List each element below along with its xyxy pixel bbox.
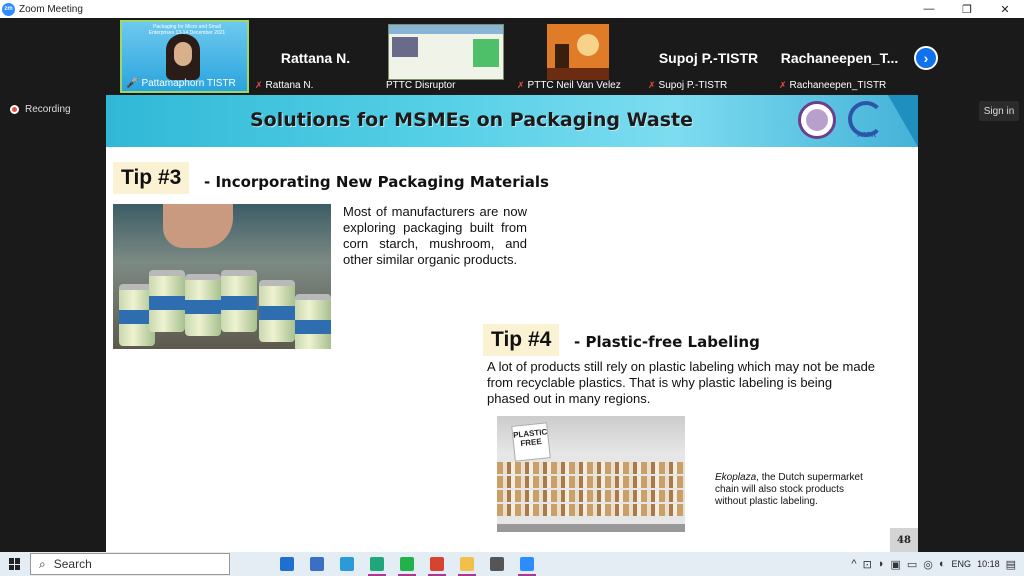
tistr-logo: TISTR: [848, 101, 888, 141]
participant-label: ✗ Rattana N.: [255, 80, 313, 91]
mail-icon: [280, 557, 294, 571]
participant-display-name: Supoj P.-TISTR: [658, 50, 759, 66]
line-icon: [400, 557, 414, 571]
participant-label: ✗ Supoj P.-TISTR: [648, 80, 727, 91]
participant-name: Rachaneepen_TISTR: [789, 80, 887, 91]
explorer-icon: [460, 557, 474, 571]
shared-screen-thumbnail: [388, 24, 504, 80]
taskbar-zoom-button[interactable]: [512, 552, 542, 576]
shared-slide: Solutions for MSMEs on Packaging Waste T…: [106, 95, 918, 552]
next-participants-button[interactable]: ›: [914, 46, 938, 70]
participant-tile-active-speaker[interactable]: Packaging for Micro and Small Enterprise…: [120, 20, 249, 93]
close-button[interactable]: ✕: [986, 0, 1024, 18]
zoom-icon: [520, 557, 534, 571]
participant-name: PTTC Disruptor: [386, 80, 456, 91]
plastic-free-sign: PLASTIC FREE: [511, 422, 551, 462]
caption-store-name: Ekoplaza: [715, 472, 757, 483]
slide-title: Solutions for MSMEs on Packaging Waste: [250, 109, 693, 131]
zoom-app-icon: zm: [2, 2, 15, 16]
participant-name: Supoj P.-TISTR: [658, 80, 728, 91]
sign-in-button[interactable]: Sign in: [979, 101, 1019, 121]
tip3-label: Tip #3: [113, 162, 190, 194]
chrome-icon: [430, 557, 444, 571]
mic-muted-icon: ✗: [517, 80, 525, 90]
battery-icon[interactable]: ▭: [907, 558, 917, 571]
settings-icon: [490, 557, 504, 571]
organization-seal-logo: [798, 101, 836, 139]
slide-page-number: 48: [890, 528, 918, 552]
microphone-icon[interactable]: ◗: [878, 558, 885, 570]
tip3-text: Most of manufacturers are now exploring …: [343, 204, 527, 267]
notification-icon[interactable]: ▤: [1006, 558, 1016, 571]
search-icon: ⌕: [39, 556, 46, 571]
supermarket-photo: PLASTIC FREE: [497, 416, 685, 532]
edge-icon: [370, 557, 384, 571]
participant-label: ✗ PTTC Neil Van Velez: [517, 80, 621, 91]
mic-muted-icon: ✗: [648, 80, 656, 90]
tip3-subtitle: - Incorporating New Packaging Materials: [204, 173, 549, 191]
meet-now-icon[interactable]: ▣: [890, 558, 900, 571]
participant-label: 🎤 Pattamaphorn TISTR: [126, 78, 236, 89]
system-tray: ^ ⊡ ◗ ▣ ▭ ◎ ◐ ENG 10:18 ▤: [851, 552, 1024, 576]
mic-muted-icon: ✗: [779, 80, 787, 90]
photo-caption: Ekoplaza, the Dutch supermarket chain wi…: [715, 472, 875, 508]
recording-label: Recording: [25, 104, 71, 115]
participant-label: PTTC Disruptor: [386, 80, 455, 91]
participant-name: Pattamaphorn TISTR: [141, 78, 236, 89]
start-button[interactable]: [0, 552, 30, 576]
tip4-text: A lot of products still rely on plastic …: [487, 359, 876, 406]
taskbar-mail-button[interactable]: [272, 552, 302, 576]
ie-icon: [340, 557, 354, 571]
cans-photo: [113, 204, 331, 349]
participant-name: PTTC Neil Van Velez: [527, 80, 621, 91]
participant-tile[interactable]: ✗ PTTC Neil Van Velez: [513, 20, 642, 93]
participant-tile[interactable]: Rattana N. ✗ Rattana N.: [251, 20, 380, 93]
participant-display-name: Rachaneepen_T...: [780, 50, 899, 66]
windows-taskbar: ⌕ Search ^ ⊡ ◗ ▣ ▭ ◎ ◐ ENG 10:18 ▤: [0, 552, 1024, 576]
mic-muted-icon: ✗: [255, 80, 263, 90]
clock[interactable]: 10:18: [977, 559, 1000, 569]
participant-strip: Packaging for Micro and Small Enterprise…: [0, 18, 1024, 95]
taskbar-edge-button[interactable]: [362, 552, 392, 576]
participant-tile[interactable]: Rachaneepen_T... ✗ Rachaneepen_TISTR: [775, 20, 904, 93]
store-icon: [310, 557, 324, 571]
taskbar-explorer-button[interactable]: [452, 552, 482, 576]
windows-logo-icon: [9, 558, 21, 570]
taskbar-line-button[interactable]: [392, 552, 422, 576]
taskbar-settings-button[interactable]: [482, 552, 512, 576]
network-icon[interactable]: ◎: [923, 558, 933, 571]
pinned-apps: [272, 552, 542, 576]
taskbar-search-box[interactable]: ⌕ Search: [30, 553, 230, 575]
tip4-label: Tip #4: [483, 324, 560, 356]
hand-in-photo: [163, 204, 233, 248]
participant-video: [547, 24, 609, 80]
language-indicator[interactable]: ENG: [952, 559, 972, 569]
mic-icon: 🎤: [126, 78, 139, 89]
device-icon[interactable]: ⊡: [863, 558, 872, 571]
tip4-subtitle: - Plastic-free Labeling: [574, 333, 760, 351]
participant-label: ✗ Rachaneepen_TISTR: [779, 80, 886, 91]
maximize-button[interactable]: ❐: [948, 0, 986, 18]
participant-name: Rattana N.: [265, 80, 314, 91]
volume-icon[interactable]: ◐: [939, 558, 946, 570]
window-title: Zoom Meeting: [19, 3, 83, 15]
window-controls: — ❐ ✕: [910, 0, 1024, 18]
title-bar: zm Zoom Meeting — ❐ ✕: [0, 0, 1024, 18]
recording-icon: [10, 105, 19, 114]
participant-face: [174, 42, 192, 66]
taskbar-chrome-button[interactable]: [422, 552, 452, 576]
participant-display-name: Rattana N.: [280, 50, 351, 66]
search-label: Search: [53, 557, 92, 571]
taskbar-ie-button[interactable]: [332, 552, 362, 576]
minimize-button[interactable]: —: [910, 0, 948, 18]
participant-tile[interactable]: PTTC Disruptor: [382, 20, 511, 93]
recording-indicator[interactable]: Recording: [10, 104, 71, 115]
participant-tile[interactable]: Supoj P.-TISTR ✗ Supoj P.-TISTR: [644, 20, 773, 93]
show-hidden-icons-icon[interactable]: ^: [851, 558, 856, 570]
taskbar-store-button[interactable]: [302, 552, 332, 576]
